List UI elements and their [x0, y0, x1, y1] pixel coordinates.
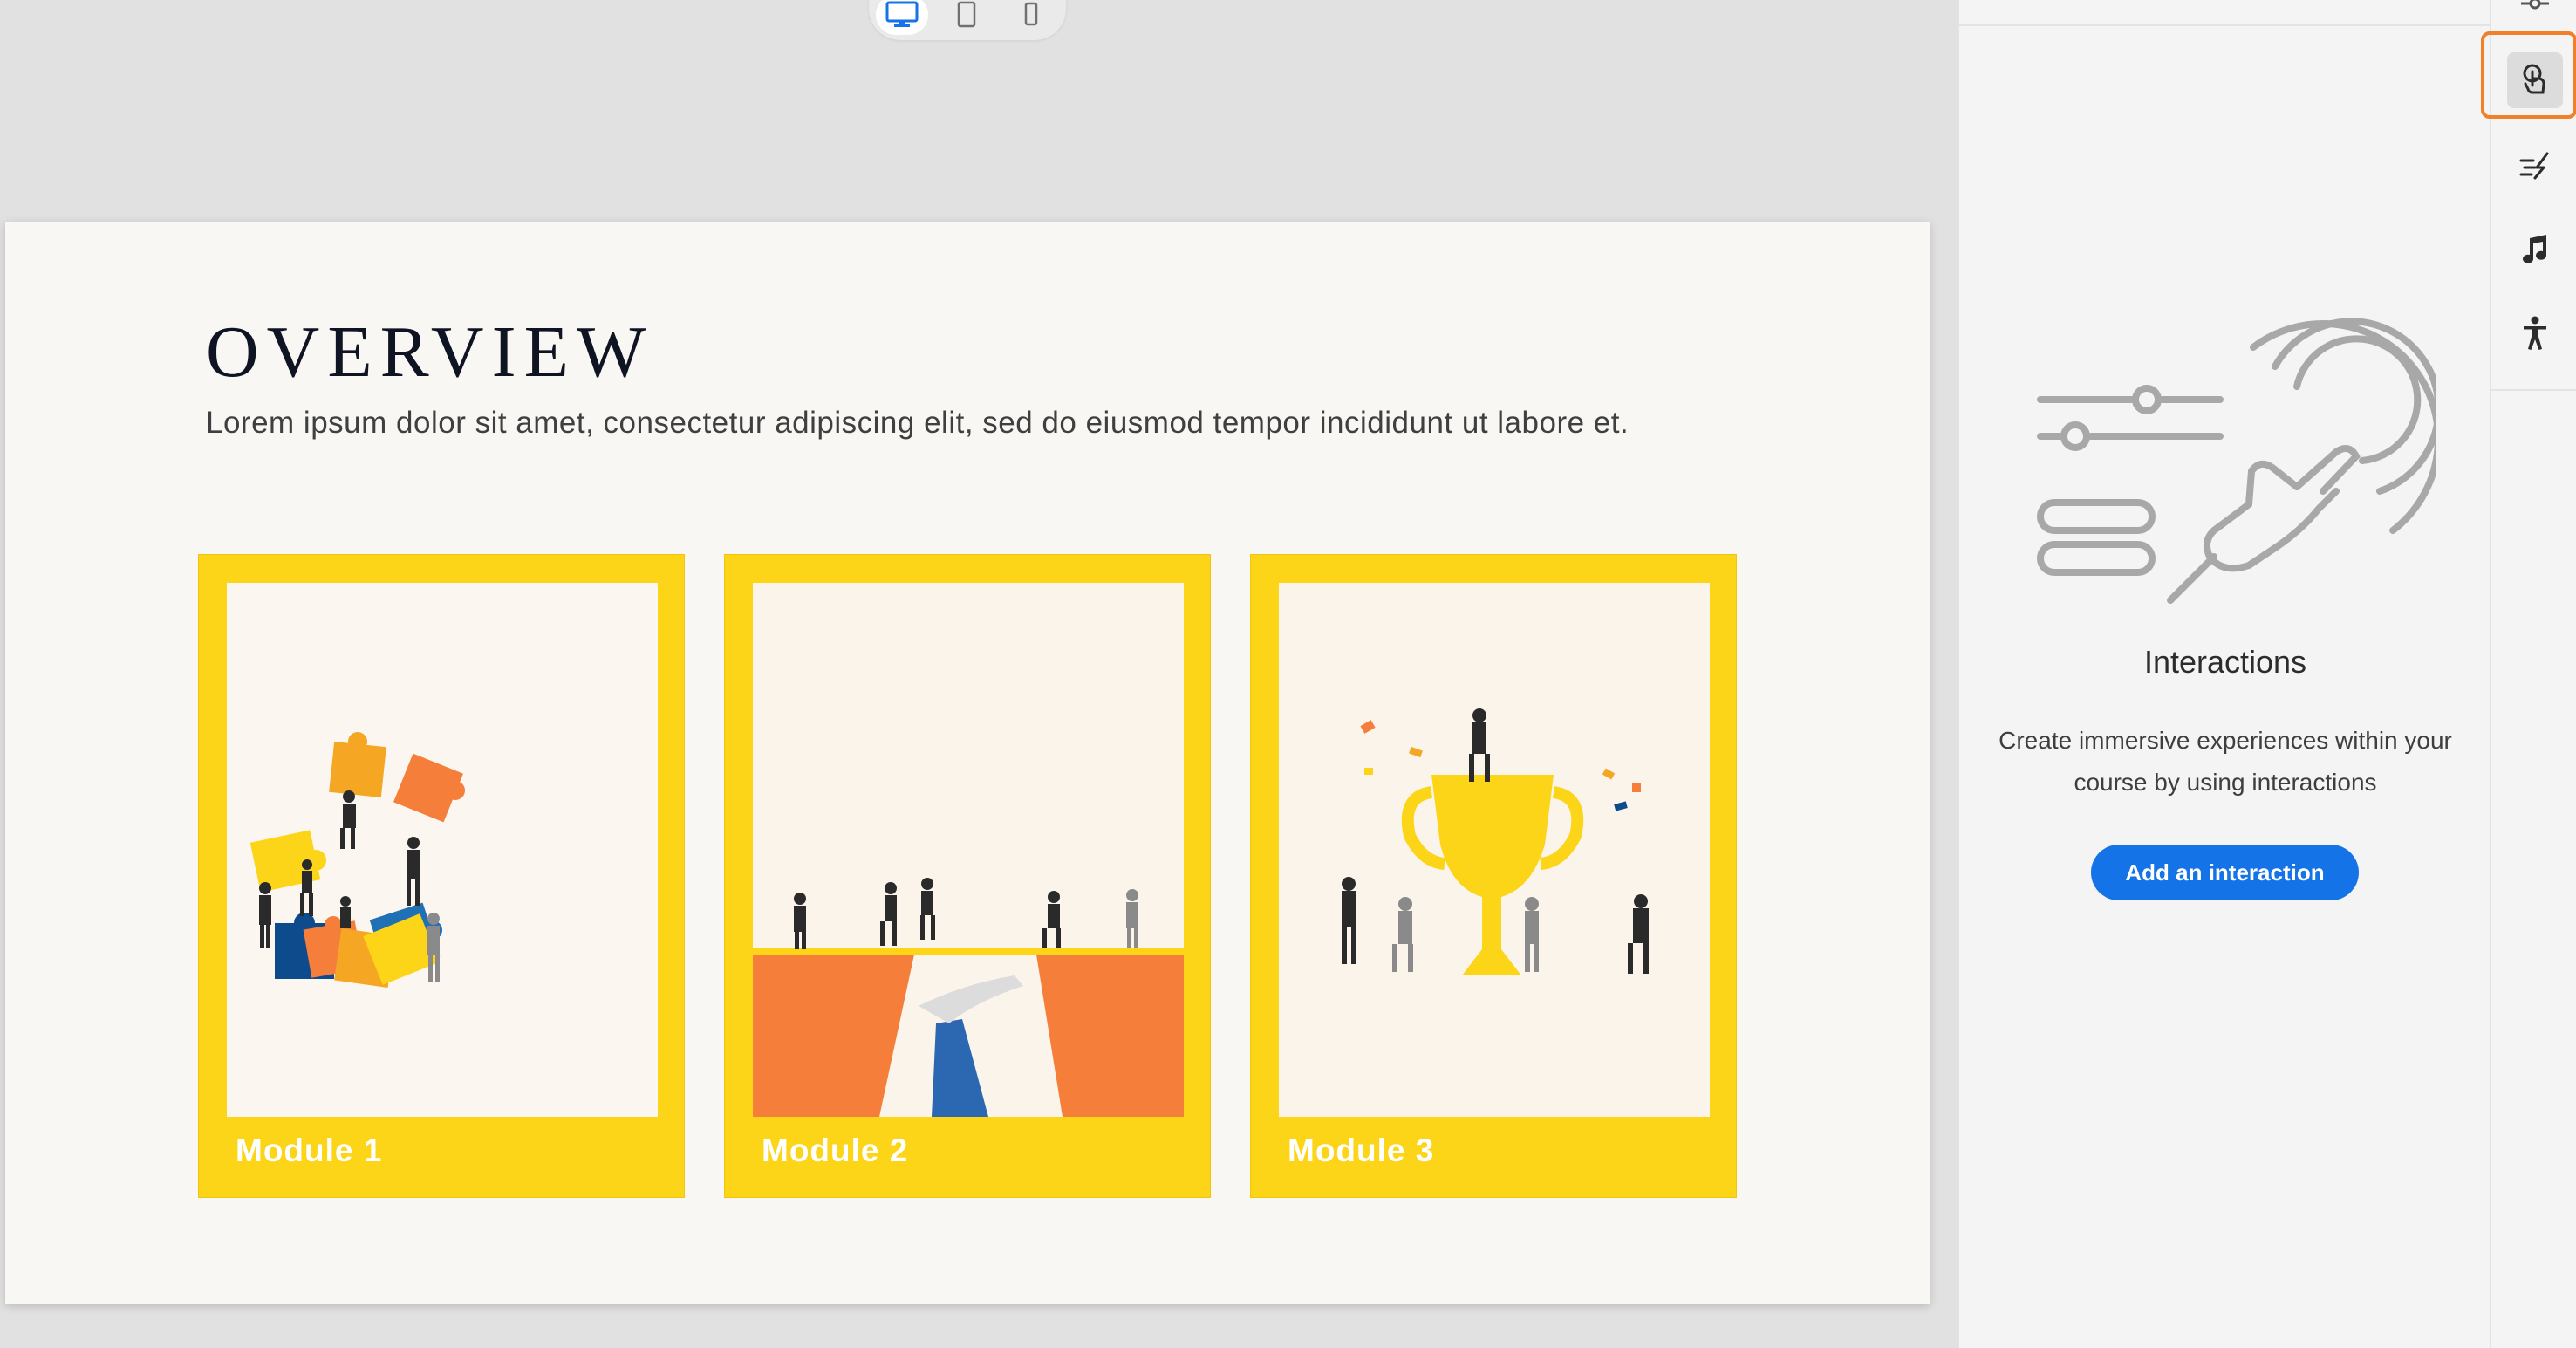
touch-icon — [2523, 64, 2545, 94]
panel-heading: Interactions — [2143, 644, 2307, 680]
panel-top-bar — [1959, 0, 2491, 26]
settings-slider-icon[interactable] — [2518, 0, 2552, 17]
accessibility-icon — [2524, 316, 2546, 350]
slide-subtitle[interactable]: Lorem ipsum dolor sit amet, consectetur … — [206, 406, 1629, 441]
tablet-preview-button[interactable] — [940, 0, 993, 35]
module-card-3[interactable]: Module 3 — [1250, 554, 1737, 1198]
bridge-gap-illustration[interactable] — [753, 583, 1184, 1117]
puzzle-team-illustration[interactable] — [227, 583, 658, 1117]
slide-title[interactable]: OVERVIEW — [206, 310, 653, 394]
module-card-2[interactable]: Module 2 — [724, 554, 1211, 1198]
touch-interaction-illustration — [2037, 318, 2436, 604]
desktop-icon — [885, 1, 919, 27]
music-note-icon — [2523, 235, 2546, 263]
module-card-1[interactable]: Module 1 — [198, 554, 685, 1198]
module-label: Module 3 — [1288, 1132, 1435, 1168]
rail-audio-button[interactable] — [2507, 222, 2563, 277]
rail-effects-button[interactable] — [2507, 138, 2563, 194]
canvas-area: OVERVIEW Lorem ipsum dolor sit amet, con… — [0, 0, 1958, 1348]
module-label: Module 2 — [762, 1132, 909, 1168]
add-interaction-button[interactable]: Add an interaction — [2091, 845, 2359, 900]
trophy-celebration-illustration[interactable] — [1279, 583, 1710, 1117]
slide[interactable]: OVERVIEW Lorem ipsum dolor sit amet, con… — [5, 222, 1930, 1304]
tablet-icon — [957, 1, 976, 28]
device-preview-toggle — [869, 0, 1066, 40]
rail-accessibility-button[interactable] — [2507, 305, 2563, 361]
properties-panel: Interactions Create immersive experience… — [1958, 0, 2491, 1348]
phone-icon — [1024, 2, 1038, 26]
panel-description: Create immersive experiences within your… — [1999, 727, 2452, 796]
desktop-preview-button[interactable] — [876, 0, 928, 35]
tool-rail — [2481, 0, 2576, 1348]
rail-divider — [2491, 389, 2576, 391]
phone-preview-button[interactable] — [1005, 0, 1057, 35]
rail-interactions-button[interactable] — [2507, 52, 2563, 108]
module-label: Module 1 — [236, 1132, 383, 1168]
effects-icon — [2519, 152, 2549, 180]
